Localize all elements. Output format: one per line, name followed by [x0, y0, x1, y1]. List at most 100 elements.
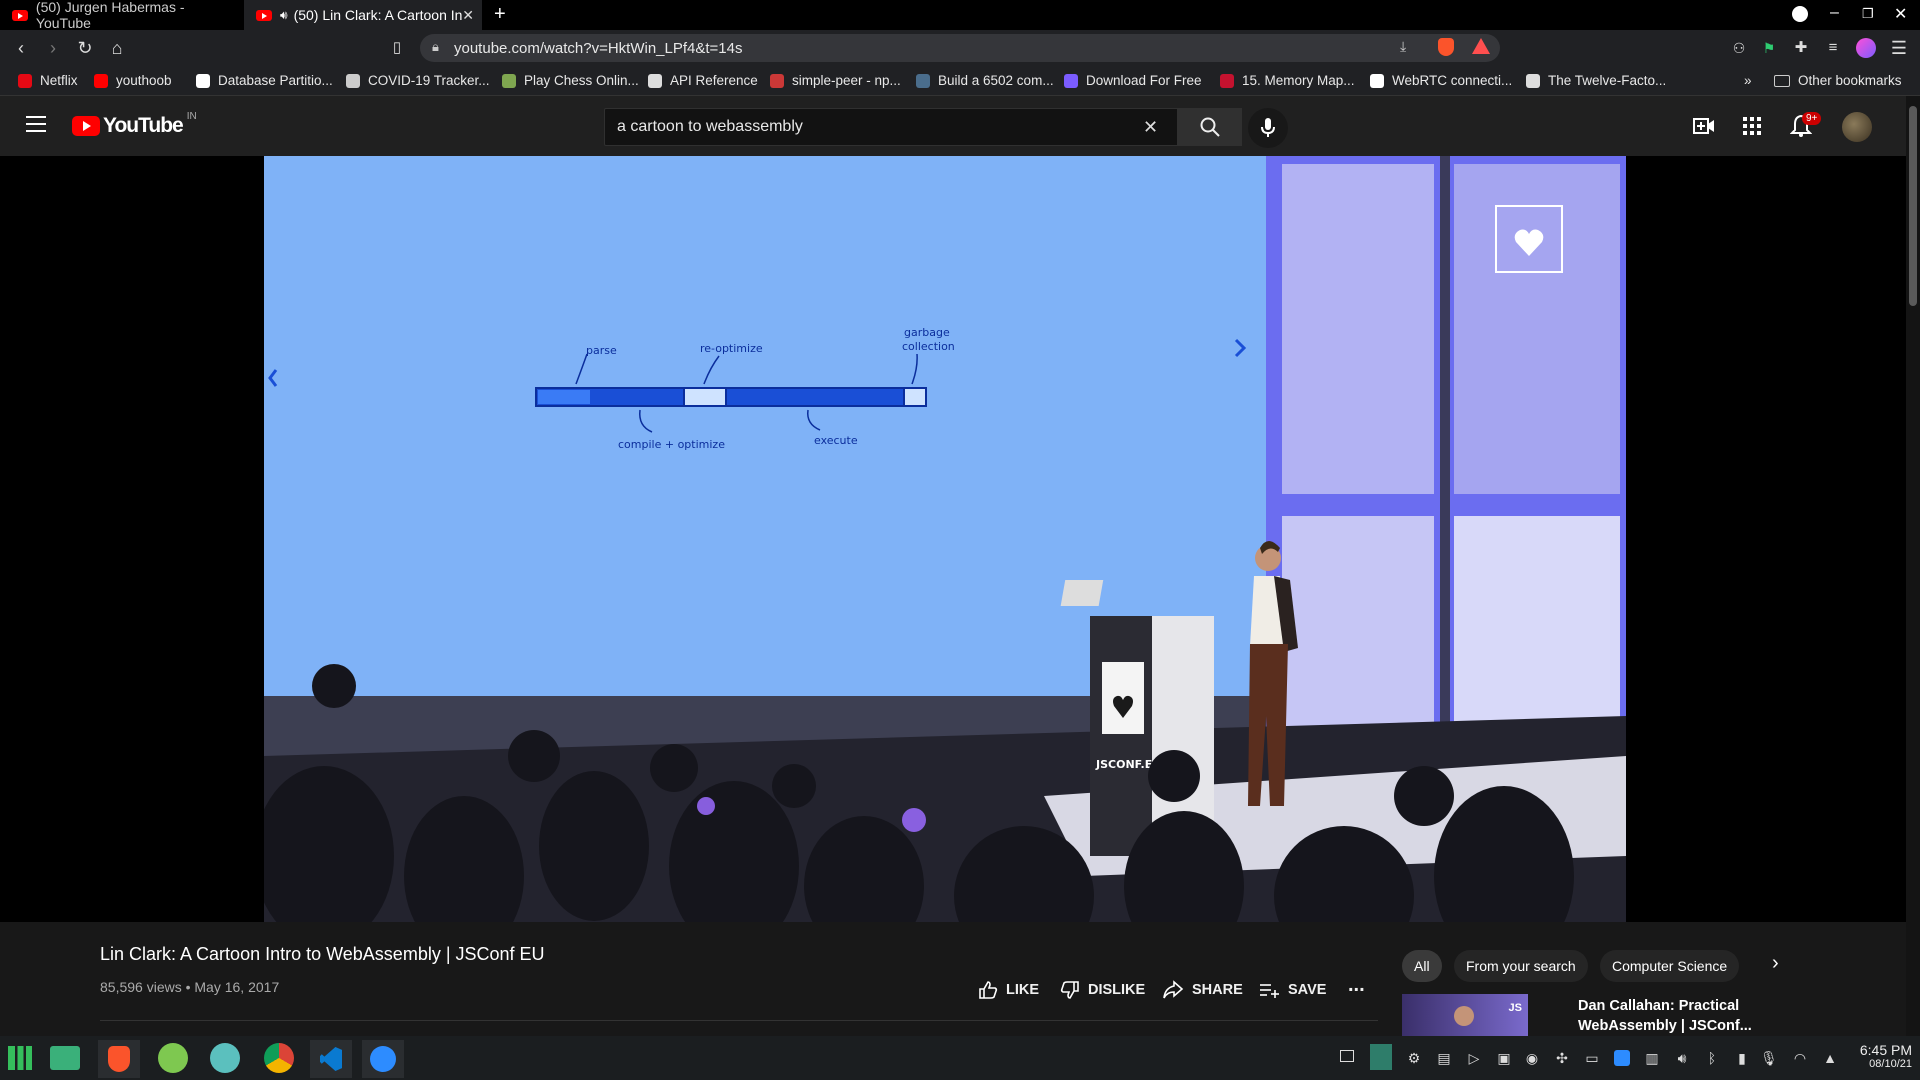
- hamburger-menu-icon[interactable]: [26, 116, 46, 132]
- other-bookmarks-folder[interactable]: Other bookmarks: [1774, 73, 1902, 88]
- mail-client-icon[interactable]: [210, 1043, 240, 1073]
- dislike-button[interactable]: DISLIKE: [1060, 980, 1145, 1000]
- microphone-tray-icon[interactable]: 🎙︎: [1760, 1050, 1778, 1066]
- reload-icon[interactable]: ↻: [74, 38, 96, 58]
- clock[interactable]: 6:45 PM 08/10/21: [1852, 1042, 1912, 1070]
- bluetooth-icon[interactable]: ᛒ: [1704, 1050, 1720, 1066]
- chip-computer-science[interactable]: Computer Science: [1600, 950, 1740, 982]
- chip-from-your-search[interactable]: From your search: [1454, 950, 1588, 982]
- file-manager-icon[interactable]: [50, 1046, 80, 1070]
- new-tab-button[interactable]: +: [494, 3, 506, 26]
- apps-grid-icon[interactable]: [1742, 116, 1762, 136]
- media-queue-icon[interactable]: ≡: [1822, 38, 1844, 58]
- search-button[interactable]: [1178, 108, 1242, 146]
- network-settings-icon[interactable]: ⚙: [1406, 1050, 1422, 1066]
- chrome-icon[interactable]: [264, 1043, 294, 1073]
- terminal-tray-icon[interactable]: ▭: [1584, 1050, 1600, 1066]
- brave-rewards-icon[interactable]: [1472, 38, 1490, 54]
- clipboard-tray-icon[interactable]: ▥: [1644, 1050, 1660, 1066]
- media-player-tray-icon[interactable]: ▷: [1466, 1050, 1482, 1066]
- app-launcher-icon[interactable]: [8, 1046, 32, 1070]
- bookmark-favicon-icon: [502, 73, 516, 88]
- voice-search-button[interactable]: [1248, 108, 1288, 148]
- extensions-puzzle-icon[interactable]: ✚: [1790, 38, 1812, 58]
- close-tab-icon[interactable]: ✕: [462, 7, 474, 24]
- screen-share-tray-icon[interactable]: ▣: [1496, 1050, 1512, 1066]
- bookmark-label: COVID-19 Tracker...: [368, 73, 490, 88]
- video-title: Lin Clark: A Cartoon Intro to WebAssembl…: [100, 944, 545, 964]
- more-actions-button[interactable]: ...: [1348, 974, 1365, 997]
- forward-icon[interactable]: ›: [42, 38, 64, 58]
- messages-tray-icon[interactable]: ▤: [1436, 1050, 1452, 1066]
- bookmark-item[interactable]: COVID-19 Tracker...: [346, 73, 490, 88]
- search-input[interactable]: a cartoon to webassembly ✕: [604, 108, 1178, 146]
- tray-expand-icon[interactable]: ▲: [1822, 1050, 1838, 1066]
- show-desktop-icon[interactable]: [1340, 1050, 1354, 1062]
- restore-icon[interactable]: ❐: [1862, 6, 1874, 22]
- slide-label-execute: execute: [814, 434, 858, 447]
- close-window-icon[interactable]: ✕: [1894, 4, 1907, 24]
- bookmark-icon[interactable]: ▯: [386, 38, 408, 58]
- menu-icon[interactable]: ☰: [1888, 38, 1910, 58]
- back-icon[interactable]: ‹: [10, 38, 32, 58]
- volume-icon[interactable]: 🔊︎: [1674, 1050, 1690, 1066]
- bookmark-label: WebRTC connecti...: [1392, 73, 1513, 88]
- bookmark-favicon-icon: [648, 73, 662, 88]
- wifi-icon[interactable]: ◠: [1792, 1050, 1808, 1066]
- battery-icon[interactable]: ▮: [1734, 1050, 1750, 1066]
- brave-browser-icon[interactable]: [98, 1040, 140, 1078]
- zoom-icon[interactable]: [362, 1040, 404, 1078]
- zoom-tray-icon[interactable]: [1614, 1050, 1630, 1066]
- account-avatar[interactable]: [1842, 112, 1872, 142]
- bookmark-item[interactable]: youthoob: [94, 73, 172, 88]
- bookmark-item[interactable]: Download For Free: [1064, 73, 1202, 88]
- recommended-video-thumbnail[interactable]: JS: [1402, 994, 1528, 1036]
- scrollbar-thumb[interactable]: [1909, 106, 1917, 306]
- address-bar[interactable]: 🔒︎ youtube.com/watch?v=HktWin_LPf4&t=14s…: [420, 34, 1500, 62]
- share-label: SHARE: [1192, 982, 1243, 998]
- recommended-video-title[interactable]: Dan Callahan: Practical WebAssembly | JS…: [1578, 996, 1752, 1036]
- bookmark-item[interactable]: 15. Memory Map...: [1220, 73, 1355, 88]
- youtube-logo[interactable]: YouTube IN: [72, 111, 197, 138]
- minimize-icon[interactable]: –: [1830, 4, 1839, 22]
- clock-date: 08/10/21: [1869, 1058, 1912, 1070]
- extension-icon[interactable]: ⚇: [1728, 38, 1750, 58]
- chips-next-arrow-icon[interactable]: ›: [1772, 952, 1779, 975]
- bookmark-item[interactable]: Play Chess Onlin...: [502, 73, 639, 88]
- profile-avatar[interactable]: [1856, 38, 1876, 58]
- slack-tray-icon[interactable]: ✣: [1554, 1050, 1570, 1066]
- install-app-icon[interactable]: ⤓: [1400, 38, 1406, 55]
- download-manager-icon[interactable]: [158, 1043, 188, 1073]
- tab-jurgen-habermas[interactable]: (50) Jurgen Habermas - YouTube: [0, 0, 242, 31]
- save-button[interactable]: SAVE: [1258, 980, 1326, 1000]
- bookmarks-overflow-button[interactable]: »: [1744, 73, 1752, 88]
- chip-all[interactable]: All: [1402, 950, 1442, 982]
- like-label: LIKE: [1006, 982, 1040, 998]
- video-player[interactable]: parse re-optimize garbage collection com…: [0, 156, 1906, 922]
- home-icon[interactable]: ⌂: [106, 38, 128, 58]
- bookmark-item[interactable]: The Twelve-Facto...: [1526, 73, 1666, 88]
- bookmark-item[interactable]: API Reference: [648, 73, 758, 88]
- profile-dropdown-icon[interactable]: [1792, 6, 1808, 22]
- create-video-icon[interactable]: [1692, 114, 1716, 138]
- brave-shields-icon[interactable]: [1438, 38, 1454, 56]
- workspace-switcher-icon[interactable]: [1370, 1044, 1392, 1070]
- video-frame[interactable]: parse re-optimize garbage collection com…: [264, 156, 1626, 922]
- bookmark-item[interactable]: Database Partitio...: [196, 73, 333, 88]
- bookmarks-bar: Netflix youthoob Database Partitio... COVID…: [0, 66, 1920, 96]
- tab-lin-clark[interactable]: 🔊︎ (50) Lin Clark: A Cartoon In ✕: [244, 0, 482, 30]
- video-meta: 85,596 views • May 16, 2017: [100, 979, 280, 995]
- bookmark-item[interactable]: simple-peer - np...: [770, 73, 901, 88]
- chip-cs-label: Computer Science: [1612, 958, 1728, 974]
- bookmark-item[interactable]: WebRTC connecti...: [1370, 73, 1512, 88]
- bookmark-item[interactable]: Netflix: [18, 73, 78, 88]
- bookmark-label: Play Chess Onlin...: [524, 73, 639, 88]
- extension-icon[interactable]: ⚑: [1758, 38, 1780, 58]
- vscode-icon[interactable]: [310, 1040, 352, 1078]
- updates-tray-icon[interactable]: ◉: [1524, 1050, 1540, 1066]
- bookmark-item[interactable]: Build a 6502 com...: [916, 73, 1054, 88]
- share-button[interactable]: SHARE: [1162, 980, 1243, 1000]
- page-scrollbar[interactable]: [1906, 96, 1920, 1036]
- like-button[interactable]: LIKE: [978, 980, 1039, 1000]
- clear-search-icon[interactable]: ✕: [1143, 117, 1158, 138]
